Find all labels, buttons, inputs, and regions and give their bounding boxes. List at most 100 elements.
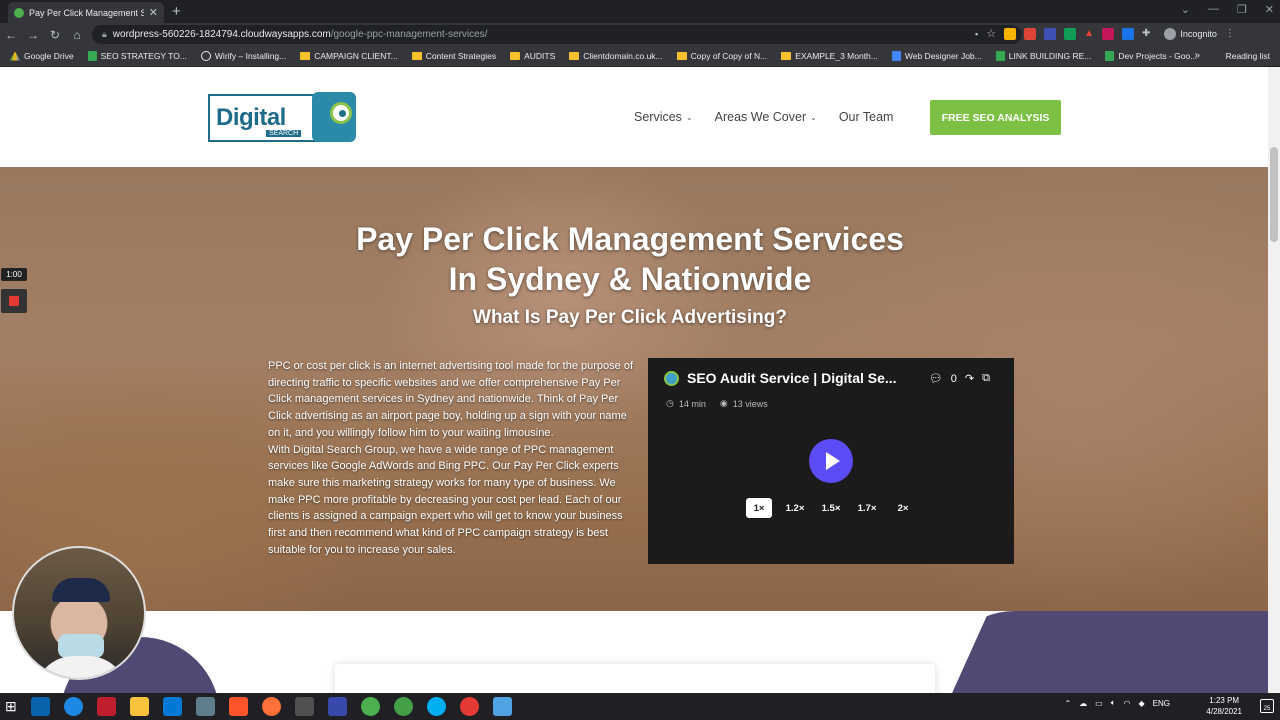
comment-icon[interactable]: 💬︎: [929, 372, 943, 385]
docs-icon: [891, 51, 901, 61]
new-tab-icon[interactable]: +: [172, 3, 181, 20]
windows-start-icon[interactable]: ⊞: [5, 698, 17, 715]
site-logo[interactable]: Digital SEARCH: [208, 92, 356, 142]
sheets-icon: [995, 51, 1005, 61]
warning-icon[interactable]: ▲: [1084, 28, 1094, 39]
logo-text: Digital: [216, 104, 286, 131]
app-icon[interactable]: [327, 697, 347, 716]
play-button[interactable]: [809, 439, 853, 483]
dropbox-icon[interactable]: ◆: [1139, 699, 1145, 708]
nav-our-team[interactable]: Our Team: [839, 110, 894, 124]
bookmark-item[interactable]: LINK BUILDING RE...: [995, 51, 1091, 61]
lock-icon[interactable]: 🔒︎: [102, 29, 107, 40]
window-controls: ⌄ — ❐ ✕: [1181, 3, 1274, 16]
nav-areas-we-cover[interactable]: Areas We Cover ⌄: [715, 110, 817, 124]
page-subtitle: What Is Pay Per Click Advertising?: [473, 307, 787, 328]
camera-icon[interactable]: ▪: [975, 29, 978, 39]
stop-recording-button[interactable]: [1, 289, 27, 313]
incognito-badge[interactable]: Incognito: [1164, 27, 1217, 40]
chrome-icon[interactable]: [360, 697, 380, 716]
speed-option[interactable]: 2×: [890, 498, 916, 518]
logo-sub: SEARCH: [266, 130, 302, 137]
channel-avatar: [664, 370, 679, 386]
address-bar[interactable]: 🔒︎ wordpress-560226-1824794.cloudwaysapp…: [92, 25, 1022, 44]
firefox-icon[interactable]: [261, 697, 281, 716]
tool-icon[interactable]: [195, 697, 215, 716]
webcam-overlay: [12, 546, 146, 680]
extension-icon[interactable]: [1024, 27, 1037, 40]
tab-search-icon[interactable]: ⌄: [1181, 3, 1190, 16]
toolbar-extensions: ▪ ☆ ▲ ✚ Incognito ⋮: [975, 27, 1235, 40]
vscode-icon[interactable]: [162, 697, 182, 716]
folder-icon: [676, 52, 687, 60]
speed-option[interactable]: 1.5×: [818, 498, 844, 518]
bookmark-item[interactable]: Clientdomain.co.uk...: [569, 51, 663, 61]
outlook-icon[interactable]: [30, 697, 50, 716]
bookmark-item[interactable]: Wirify – Installing...: [200, 51, 286, 61]
bookmark-item[interactable]: Copy of Copy of N...: [676, 51, 767, 61]
site-favicon-icon: [14, 7, 24, 18]
sync-icon[interactable]: [63, 697, 83, 716]
bookmark-item[interactable]: Content Strategies: [411, 51, 496, 61]
taskbar-clock[interactable]: 1:23 PM 4/28/2021: [1206, 695, 1242, 717]
extension-icon[interactable]: [1121, 27, 1134, 40]
bookmarks-overflow-icon[interactable]: »: [1194, 50, 1200, 61]
bookmark-item[interactable]: Google Drive: [10, 51, 74, 61]
calculator-icon[interactable]: [294, 697, 314, 716]
share-icon[interactable]: ↷: [965, 372, 974, 385]
menu-icon[interactable]: ⋮: [1225, 28, 1235, 39]
content-card: [335, 664, 935, 693]
bookmark-item[interactable]: Web Designer Job...: [891, 51, 982, 61]
page-scrollbar[interactable]: [1268, 67, 1280, 693]
network-icon[interactable]: ▭: [1095, 699, 1103, 708]
cloud-icon[interactable]: ☁: [1079, 699, 1087, 708]
active-app-icon[interactable]: [492, 697, 512, 716]
puzzle-icon[interactable]: ✚: [1142, 28, 1150, 39]
reload-icon[interactable]: ↻: [44, 28, 66, 42]
filezilla-icon[interactable]: [96, 697, 116, 716]
sheets-icon: [87, 51, 97, 61]
back-icon[interactable]: ←: [0, 28, 22, 42]
free-seo-analysis-button[interactable]: FREE SEO ANALYSIS: [930, 100, 1061, 135]
extension-icon[interactable]: [1101, 27, 1114, 40]
file-explorer-icon[interactable]: [129, 697, 149, 716]
bookmark-item[interactable]: AUDITS: [510, 51, 555, 61]
extension-icon[interactable]: [1044, 27, 1057, 40]
notification-center-icon[interactable]: 25: [1260, 699, 1274, 713]
brave-icon[interactable]: [228, 697, 248, 716]
tray-expand-icon[interactable]: ⌃: [1064, 699, 1071, 708]
close-window-icon[interactable]: ✕: [1265, 3, 1274, 16]
forward-icon[interactable]: →: [22, 28, 44, 42]
extension-icon[interactable]: [1064, 27, 1077, 40]
video-embed[interactable]: SEO Audit Service | Digital Se... 💬︎ 0 ↷…: [648, 358, 1014, 564]
bookmark-item[interactable]: EXAMPLE_3 Month...: [781, 51, 878, 61]
chrome-icon[interactable]: [459, 697, 479, 716]
restore-icon[interactable]: ❐: [1237, 3, 1247, 16]
close-tab-icon[interactable]: ✕: [149, 6, 158, 19]
speed-option[interactable]: 1.7×: [854, 498, 880, 518]
wifi-icon[interactable]: ◠: [1124, 699, 1131, 708]
browser-tab[interactable]: Pay Per Click Management Servic ✕: [8, 2, 164, 23]
bookmark-item[interactable]: CAMPAIGN CLIENT...: [300, 51, 398, 61]
speed-option[interactable]: 1×: [746, 498, 772, 518]
bookmark-item[interactable]: Dev Projects - Goo...: [1105, 51, 1197, 61]
speed-option[interactable]: 1.2×: [782, 498, 808, 518]
hero-section: Pay Per Click Management Services In Sydn…: [0, 167, 1268, 611]
bookmark-star-icon[interactable]: ☆: [986, 27, 996, 40]
google-drive-icon: [10, 51, 20, 61]
minimize-icon[interactable]: —: [1208, 3, 1219, 16]
bookmark-item[interactable]: SEO STRATEGY TO...: [87, 51, 187, 61]
external-link-icon[interactable]: ⧉: [982, 372, 990, 385]
nav-services[interactable]: Services ⌄: [634, 110, 693, 124]
extension-icon[interactable]: [1004, 27, 1017, 40]
home-icon[interactable]: ⌂: [66, 28, 88, 42]
language-indicator[interactable]: ENG: [1153, 699, 1170, 708]
url-text: wordpress-560226-1824794.cloudwaysapps.c…: [112, 29, 488, 40]
chrome-icon[interactable]: [393, 697, 413, 716]
paragraph: PPC or cost per click is an internet adv…: [268, 360, 634, 439]
skype-icon[interactable]: [426, 697, 446, 716]
reading-list-button[interactable]: Reading list: [1226, 51, 1270, 61]
scroll-thumb[interactable]: [1270, 147, 1278, 242]
video-title[interactable]: SEO Audit Service | Digital Se...: [687, 370, 897, 386]
volume-icon[interactable]: 🔈︎: [1111, 698, 1116, 708]
